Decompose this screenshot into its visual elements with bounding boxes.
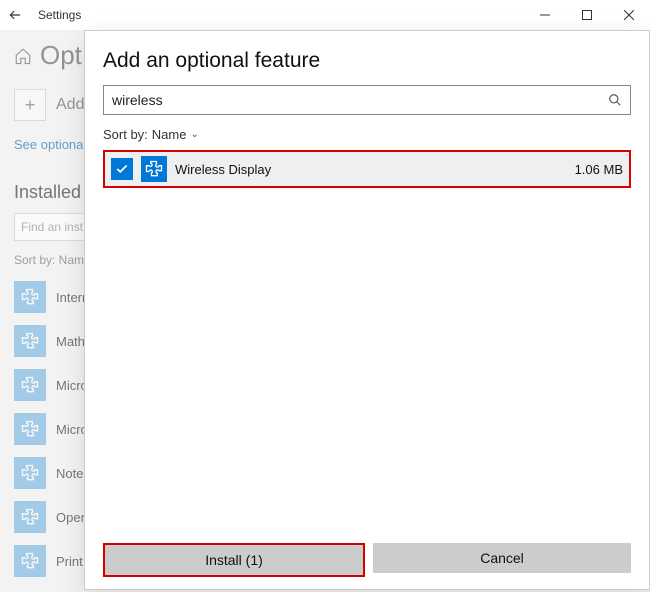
arrow-left-icon <box>8 8 22 22</box>
installed-feature-name: Micro <box>56 422 88 437</box>
add-feature-dialog: Add an optional feature wireless Sort by… <box>84 30 650 590</box>
puzzle-icon <box>20 507 40 527</box>
feature-name: Wireless Display <box>175 162 567 177</box>
search-icon <box>608 93 622 107</box>
dialog-title: Add an optional feature <box>103 49 631 73</box>
back-button[interactable] <box>0 0 30 30</box>
find-placeholder: Find an inst <box>21 220 83 234</box>
install-button[interactable]: Install (1) <box>105 545 363 575</box>
feature-icon <box>14 501 46 533</box>
sort-value: Name <box>152 127 187 142</box>
feature-icon <box>14 325 46 357</box>
minimize-button[interactable] <box>524 0 566 30</box>
maximize-button[interactable] <box>566 0 608 30</box>
search-value: wireless <box>112 92 608 108</box>
check-icon <box>115 162 129 176</box>
puzzle-icon <box>20 287 40 307</box>
cancel-button[interactable]: Cancel <box>373 543 631 573</box>
feature-result-row[interactable]: Wireless Display 1.06 MB <box>103 150 631 188</box>
feature-icon <box>14 457 46 489</box>
sort-prefix: Sort by: <box>103 127 148 142</box>
feature-size: 1.06 MB <box>575 162 623 177</box>
page-title: Opt <box>40 40 82 71</box>
sort-by-dropdown[interactable]: Sort by: Name ⌄ <box>103 127 631 142</box>
feature-icon <box>14 281 46 313</box>
puzzle-icon <box>20 419 40 439</box>
install-highlight: Install (1) <box>103 543 365 577</box>
installed-feature-name: Print <box>56 554 83 569</box>
puzzle-icon <box>20 331 40 351</box>
installed-feature-name: Math <box>56 334 85 349</box>
chevron-down-icon: ⌄ <box>190 129 198 140</box>
feature-checkbox[interactable] <box>111 158 133 180</box>
feature-icon <box>141 156 167 182</box>
home-icon <box>14 47 32 65</box>
puzzle-icon <box>20 375 40 395</box>
puzzle-icon <box>20 463 40 483</box>
window-title: Settings <box>38 8 81 22</box>
dialog-button-row: Install (1) Cancel <box>103 543 631 577</box>
feature-icon <box>14 413 46 445</box>
installed-feature-name: Micro <box>56 378 88 393</box>
close-button[interactable] <box>608 0 650 30</box>
puzzle-icon <box>20 551 40 571</box>
feature-icon <box>14 369 46 401</box>
titlebar: Settings <box>0 0 650 30</box>
close-icon <box>624 10 634 20</box>
feature-icon <box>14 545 46 577</box>
minimize-icon <box>540 10 550 20</box>
maximize-icon <box>582 10 592 20</box>
puzzle-icon <box>144 159 164 179</box>
plus-icon: + <box>14 89 46 121</box>
search-input[interactable]: wireless <box>103 85 631 115</box>
